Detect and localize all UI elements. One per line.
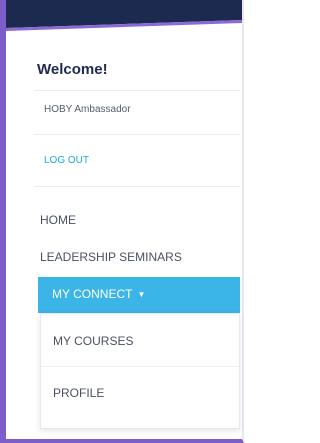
divider xyxy=(41,366,239,367)
caret-down-icon: ▼ xyxy=(137,290,146,299)
logout-link[interactable]: LOG OUT xyxy=(44,155,89,166)
nav-my-connect-button[interactable]: MY CONNECT ▼ xyxy=(38,277,240,313)
user-role-label: HOBY Ambassador xyxy=(44,104,131,115)
divider xyxy=(34,134,240,135)
submenu-profile-link[interactable]: PROFILE xyxy=(53,386,104,400)
divider xyxy=(34,90,240,91)
mobile-menu-panel: Welcome! HOBY Ambassador LOG OUT HOME LE… xyxy=(0,0,244,443)
header-banner xyxy=(6,0,242,42)
nav-home-link[interactable]: HOME xyxy=(40,213,76,227)
nav-leadership-seminars-link[interactable]: LEADERSHIP SEMINARS xyxy=(40,250,182,264)
divider xyxy=(34,186,240,187)
my-connect-submenu: MY COURSES PROFILE xyxy=(40,313,240,429)
nav-my-connect-label: MY CONNECT xyxy=(52,287,133,301)
submenu-my-courses-link[interactable]: MY COURSES xyxy=(53,334,133,348)
welcome-heading: Welcome! xyxy=(37,61,108,78)
